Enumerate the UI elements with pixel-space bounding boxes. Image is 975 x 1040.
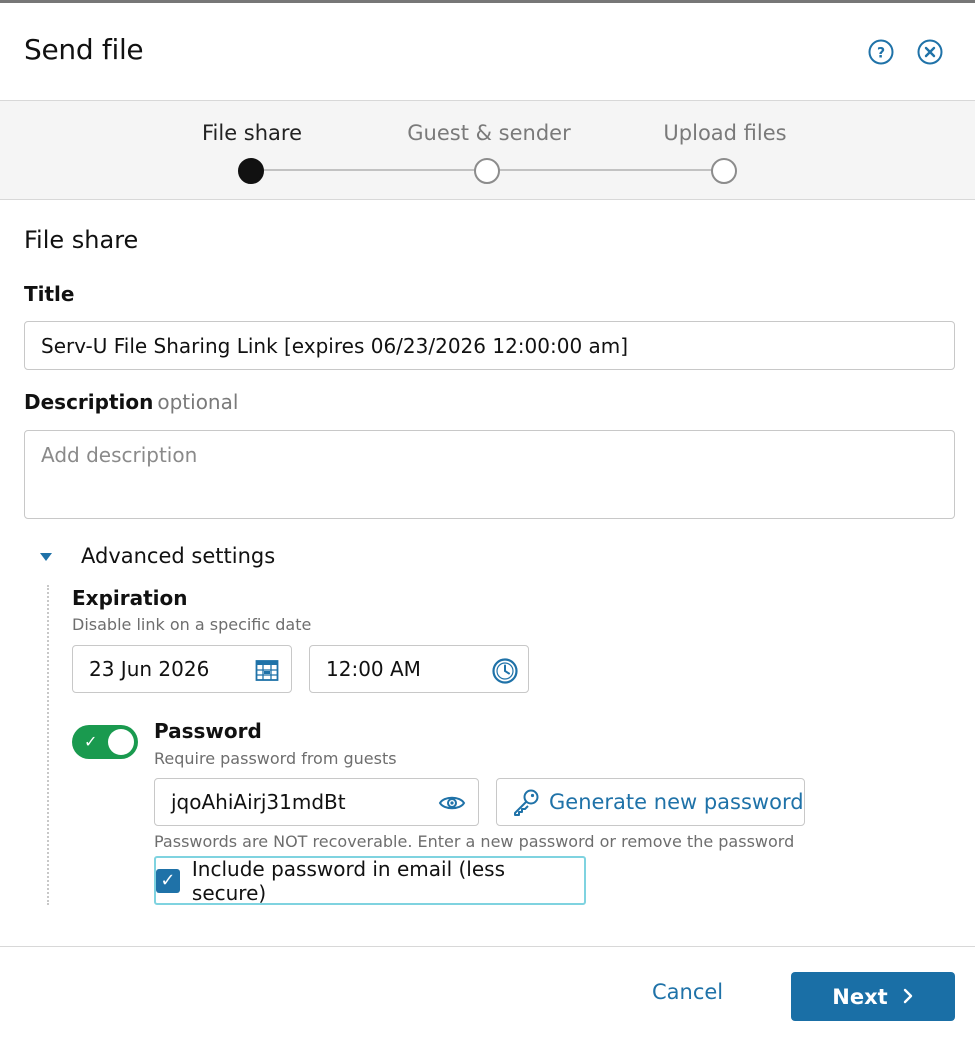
date-picker[interactable]: 23 Jun 2026 — [72, 645, 292, 693]
password-toggle[interactable]: ✓ — [72, 725, 138, 759]
caret-down-icon[interactable] — [40, 553, 52, 561]
advanced-settings-guide — [47, 585, 49, 905]
check-icon: ✓ — [84, 732, 98, 751]
optional-tag: optional — [157, 390, 239, 414]
toggle-knob — [108, 729, 134, 755]
expiration-hint: Disable link on a specific date — [72, 615, 312, 634]
next-button-label: Next — [832, 984, 888, 1009]
section-title: File share — [24, 226, 139, 254]
password-value: jqoAhiAirj31mdBt — [171, 790, 346, 814]
step-dot-file-share — [238, 158, 264, 184]
eye-icon[interactable] — [438, 791, 466, 815]
step-label-guest-sender: Guest & sender — [407, 121, 571, 145]
time-value: 12:00 AM — [326, 657, 421, 681]
password-input[interactable]: jqoAhiAirj31mdBt — [154, 778, 479, 826]
date-value: 23 Jun 2026 — [89, 657, 210, 681]
generate-password-button[interactable]: Generate new password — [496, 778, 805, 826]
next-button[interactable]: Next — [791, 972, 955, 1021]
title-label: Title — [24, 282, 75, 306]
include-password-checkbox[interactable]: ✓ — [156, 868, 180, 893]
calendar-icon[interactable] — [255, 658, 279, 682]
cancel-button[interactable]: Cancel — [640, 980, 735, 1004]
clock-icon[interactable] — [492, 658, 518, 684]
description-placeholder: Add description — [41, 443, 198, 467]
wizard-stepper: File share Guest & sender Upload files — [0, 100, 975, 200]
description-label: Description optional — [24, 390, 238, 414]
generate-password-label: Generate new password — [549, 790, 804, 814]
password-warning: Passwords are NOT recoverable. Enter a n… — [154, 832, 795, 851]
chevron-right-icon — [902, 985, 914, 1009]
step-label-upload-files: Upload files — [663, 121, 787, 145]
step-connector — [487, 169, 724, 171]
step-label-file-share: File share — [201, 121, 303, 145]
dialog-header: Send file ? — [0, 3, 975, 100]
title-input[interactable]: Serv-U File Sharing Link [expires 06/23/… — [24, 321, 955, 370]
password-label: Password — [154, 719, 262, 743]
step-dot-guest-sender — [474, 158, 500, 184]
dialog-title: Send file — [24, 33, 144, 66]
include-password-checkbox-row[interactable]: ✓ Include password in email (less secure… — [154, 856, 586, 905]
close-circle-icon[interactable] — [917, 39, 943, 65]
step-dot-upload-files — [711, 158, 737, 184]
title-input-value: Serv-U File Sharing Link [expires 06/23/… — [41, 333, 629, 358]
description-textarea[interactable]: Add description — [24, 430, 955, 519]
advanced-settings-toggle[interactable]: Advanced settings — [81, 544, 275, 568]
expiration-label: Expiration — [72, 586, 188, 610]
password-hint: Require password from guests — [154, 749, 397, 768]
time-picker[interactable]: 12:00 AM — [309, 645, 529, 693]
include-password-label[interactable]: Include password in email (less secure) — [192, 857, 584, 905]
key-icon — [511, 787, 541, 817]
svg-text:?: ? — [877, 46, 885, 62]
footer-divider — [0, 946, 975, 947]
description-label-text: Description — [24, 390, 154, 414]
help-circle-icon[interactable]: ? — [868, 39, 894, 65]
step-connector — [251, 169, 487, 171]
